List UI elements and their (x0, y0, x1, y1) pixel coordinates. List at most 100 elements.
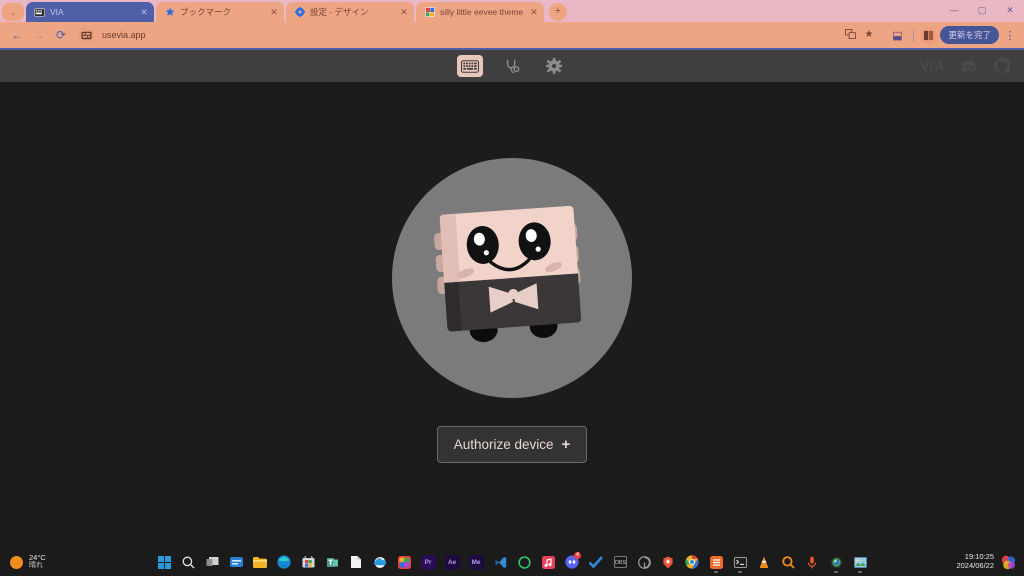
taskbar-item-edge[interactable] (273, 549, 295, 575)
cone-icon (757, 555, 772, 570)
toolbar-right-actions: ⬓ 更新を完了 ⋮ (887, 25, 1018, 45)
taskbar-item-start[interactable] (153, 549, 175, 575)
taskbar-item-music[interactable] (537, 549, 559, 575)
taskbar-item-brave[interactable] (657, 549, 679, 575)
search-icon (181, 555, 196, 570)
reload-button[interactable]: ⟳ (50, 24, 72, 46)
tab-bookmarks[interactable]: ブックマーク ✕ (156, 2, 284, 22)
via-logo: V/A (920, 58, 945, 74)
taskbar-weather-widget[interactable]: 24°C 晴れ (0, 554, 160, 569)
taskbar-item-widgets[interactable] (225, 549, 247, 575)
widgets-icon (229, 555, 244, 570)
taskbar-item-wallpaper-app[interactable] (849, 549, 871, 575)
disc-icon (637, 555, 652, 570)
task-view-icon (205, 555, 220, 570)
windows-taskbar: 24°C 晴れ Pr Ae Me 4 OBS 19:10:25 2024/06/… (0, 548, 1024, 576)
sun-icon (10, 555, 23, 569)
bookmark-star-icon[interactable]: ★ (865, 30, 874, 40)
taskbar-item-after-effects[interactable]: Ae (441, 549, 463, 575)
omnibox-actions: ★ (844, 25, 874, 45)
taskbar-item-onedrive[interactable] (369, 549, 391, 575)
taskbar-item-camera-app[interactable] (825, 549, 847, 575)
taskbar-item-terminal[interactable] (729, 549, 751, 575)
taskbar-item-vlc[interactable] (753, 549, 775, 575)
taskbar-item-chrome[interactable] (681, 549, 703, 575)
back-button[interactable]: ← (6, 24, 28, 46)
browser-window: ⌄ VIA ✕ ブックマーク ✕ 設定 - デザイン ✕ silly littl… (0, 0, 1024, 548)
tab-title: ブックマーク (180, 7, 232, 17)
taskbar-item-file-explorer[interactable] (249, 549, 271, 575)
tab-close-icon[interactable]: ✕ (528, 6, 540, 18)
minimize-icon[interactable]: — (940, 0, 968, 20)
github-icon[interactable] (994, 58, 1010, 74)
via-nav-key-tester[interactable] (499, 55, 525, 77)
taskbar-item-premiere-pro[interactable]: Pr (417, 549, 439, 575)
document-icon (349, 555, 364, 570)
tab-title: VIA (50, 7, 64, 17)
taskbar-item-microphone[interactable] (801, 549, 823, 575)
update-button[interactable]: 更新を完了 (940, 26, 999, 44)
star-icon (164, 7, 175, 18)
music-icon (541, 555, 556, 570)
translate-icon[interactable] (844, 28, 856, 42)
via-nav-settings[interactable] (541, 55, 567, 77)
via-header-links: V/A (920, 50, 1010, 82)
taskbar-item-discord[interactable]: 4 (561, 549, 583, 575)
address-bar-url: usevia.app (102, 30, 146, 40)
forward-button[interactable]: → (28, 24, 50, 46)
tab-title: silly little eevee theme (440, 7, 524, 17)
tab-list: VIA ✕ ブックマーク ✕ 設定 - デザイン ✕ silly little … (24, 0, 544, 22)
via-app-body: Authorize device + (0, 82, 1024, 548)
authorize-device-button[interactable]: Authorize device + (436, 425, 588, 463)
via-site-icon[interactable] (78, 26, 95, 44)
cloud-icon (373, 555, 388, 570)
taskbar-item-microsoft-store[interactable] (297, 549, 319, 575)
taskbar-item-notepad[interactable] (345, 549, 367, 575)
split-view-icon[interactable]: ⬓ (887, 25, 907, 45)
taskbar-item-spotify[interactable] (513, 549, 535, 575)
tab-settings-design[interactable]: 設定 - デザイン ✕ (286, 2, 414, 22)
browser-menu-icon[interactable]: ⋮ (1002, 29, 1018, 42)
taskbar-date: 2024/06/22 (956, 561, 994, 570)
taskbar-item-obs[interactable]: OBS (609, 549, 631, 575)
browser-toolbar: ← → ⟳ usevia.app ★ ⬓ 更新を完了 ⋮ (0, 22, 1024, 48)
tab-close-icon[interactable]: ✕ (268, 6, 280, 18)
address-bar[interactable]: usevia.app ★ (76, 25, 882, 45)
close-icon[interactable]: ✕ (996, 0, 1024, 20)
taskbar-app-buttons: Pr Ae Me 4 OBS (153, 549, 871, 575)
tab-close-icon[interactable]: ✕ (138, 6, 150, 18)
discord-icon[interactable] (961, 60, 978, 73)
taskbar-item-todo[interactable] (585, 549, 607, 575)
terminal-icon (733, 555, 748, 570)
tab-eevee-theme[interactable]: silly little eevee theme ✕ (416, 2, 544, 22)
taskbar-item-disc-app[interactable] (633, 549, 655, 575)
taskbar-item-media-encoder[interactable]: Me (465, 549, 487, 575)
windows-icon (157, 555, 172, 570)
taskbar-item-orange-app[interactable] (705, 549, 727, 575)
authorize-device-label: Authorize device (453, 436, 554, 452)
taskbar-item-task-view[interactable] (201, 549, 223, 575)
tab-title: 設定 - デザイン (310, 7, 369, 17)
taskbar-item-teams[interactable] (321, 549, 343, 575)
taskbar-item-everything-search[interactable] (777, 549, 799, 575)
taskbar-item-search[interactable] (177, 549, 199, 575)
taskbar-clock-area[interactable]: 19:10:25 2024/06/22 (956, 553, 1016, 570)
check-icon (589, 555, 604, 570)
tab-via[interactable]: VIA ✕ (26, 2, 154, 22)
tab-close-icon[interactable]: ✕ (398, 6, 410, 18)
colorful-tray-icon[interactable] (1001, 555, 1016, 570)
taskbar-item-photos[interactable] (393, 549, 415, 575)
tab-list-chevron-icon[interactable]: ⌄ (2, 3, 24, 21)
profile-avatar[interactable] (920, 26, 938, 44)
window-controls: — ▢ ✕ (940, 0, 1024, 20)
maximize-icon[interactable]: ▢ (968, 0, 996, 20)
mascot-illustration-icon (434, 205, 582, 342)
circle-icon (517, 555, 532, 570)
via-app: V/A Authorize device + (0, 50, 1024, 548)
via-mascot (392, 157, 632, 398)
taskbar-item-vs-code[interactable] (489, 549, 511, 575)
brave-icon (661, 555, 676, 570)
store-icon (301, 555, 316, 570)
new-tab-button[interactable]: + (549, 3, 567, 21)
via-nav-keyboard-configure[interactable] (457, 55, 483, 77)
